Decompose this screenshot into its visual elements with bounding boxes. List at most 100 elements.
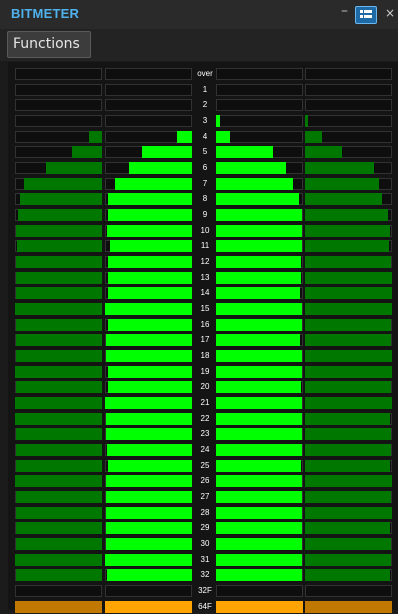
window-title: BITMETER — [11, 6, 80, 21]
bit-bar — [129, 162, 192, 175]
bit-cell — [216, 115, 303, 127]
bit-row-21: 21 — [8, 395, 398, 410]
bit-row-1: 1 — [8, 82, 398, 97]
bit-bar — [72, 146, 102, 159]
bit-label: 22 — [200, 413, 210, 423]
bit-label: 16 — [200, 319, 210, 329]
bit-bar — [15, 365, 102, 378]
bit-bar — [108, 318, 192, 331]
bit-bar — [16, 287, 102, 300]
bit-bar — [16, 569, 102, 582]
bit-bar — [106, 412, 192, 425]
bit-bar — [20, 193, 102, 206]
bit-bar — [16, 350, 102, 363]
bit-label: 30 — [200, 539, 210, 549]
bit-cell — [216, 68, 303, 80]
bit-bar — [305, 193, 382, 206]
bit-bar — [305, 162, 374, 175]
bit-label: 2 — [202, 100, 208, 110]
bit-row-64f: 64F — [8, 599, 398, 614]
bit-row-12: 12 — [8, 254, 398, 269]
bit-label: 7 — [202, 178, 208, 188]
bit-bar — [216, 444, 302, 457]
bit-bar — [15, 412, 102, 425]
bit-bar — [305, 224, 390, 237]
bit-row-25: 25 — [8, 458, 398, 473]
bit-bar — [16, 334, 102, 347]
bit-bar — [216, 256, 301, 269]
bit-label: 21 — [200, 398, 210, 408]
bit-row-16: 16 — [8, 317, 398, 332]
bit-bar — [142, 146, 192, 159]
bit-bar — [305, 115, 308, 127]
layout-toggle-icon[interactable] — [355, 6, 377, 24]
bit-bar — [305, 522, 390, 535]
bit-bar — [107, 444, 192, 457]
bit-cell — [105, 600, 192, 613]
bit-label: 12 — [200, 257, 210, 267]
bit-row-14: 14 — [8, 285, 398, 300]
bit-bar — [16, 506, 102, 519]
close-icon[interactable]: × — [384, 7, 396, 21]
bit-row-8: 8 — [8, 191, 398, 206]
bit-row-9: 9 — [8, 207, 398, 222]
minimize-icon[interactable]: – — [339, 4, 350, 20]
bit-label: 20 — [200, 382, 210, 392]
bit-bar — [216, 428, 302, 441]
bit-row-6: 6 — [8, 160, 398, 175]
bit-bar — [216, 146, 273, 159]
bit-bar — [305, 334, 391, 347]
bit-row-22: 22 — [8, 411, 398, 426]
bit-bar — [16, 538, 102, 551]
bit-bar — [216, 271, 301, 284]
bit-bar — [107, 224, 192, 237]
bit-row-7: 7 — [8, 176, 398, 191]
bit-bar — [16, 444, 102, 457]
bit-bar — [105, 553, 192, 566]
bit-row-23: 23 — [8, 426, 398, 441]
bit-bar — [305, 475, 392, 488]
bit-bar — [108, 381, 192, 394]
bit-cell — [15, 115, 102, 127]
bit-label: 25 — [200, 460, 210, 470]
bit-bar — [216, 318, 302, 331]
bit-row-2: 2 — [8, 97, 398, 112]
bit-label: 5 — [202, 147, 208, 157]
bit-bar — [108, 287, 192, 300]
bit-cell — [105, 585, 192, 598]
bit-label: 15 — [200, 304, 210, 314]
bit-bar — [16, 459, 102, 472]
bit-bar — [305, 412, 390, 425]
bit-bar — [216, 177, 293, 190]
bit-row-28: 28 — [8, 505, 398, 520]
bit-bar — [216, 491, 302, 504]
bit-row-3: 3 — [8, 113, 398, 128]
bit-bar — [305, 444, 391, 457]
bit-bar — [216, 475, 302, 488]
bit-row-17: 17 — [8, 332, 398, 347]
bit-cell — [216, 83, 303, 96]
bit-bar — [305, 459, 390, 472]
bit-bar — [216, 365, 302, 378]
bit-row-24: 24 — [8, 442, 398, 457]
bit-cell — [105, 68, 192, 80]
bit-bar — [16, 224, 102, 237]
bit-row-4: 4 — [8, 129, 398, 144]
bit-bar — [305, 428, 391, 441]
bit-cell — [15, 99, 102, 112]
bit-bar — [216, 522, 302, 535]
bit-bar — [305, 130, 322, 143]
bit-bar — [305, 177, 379, 190]
bit-bar — [106, 506, 192, 519]
functions-button[interactable]: Functions — [7, 31, 91, 58]
bit-label: 18 — [200, 351, 210, 361]
bit-bar — [305, 146, 342, 159]
bit-bar — [305, 287, 392, 300]
bit-bar — [15, 397, 102, 410]
bit-bar — [106, 538, 192, 551]
bit-label: 31 — [200, 554, 210, 564]
bit-bar — [105, 303, 192, 316]
bit-bar — [46, 162, 102, 175]
bit-cell — [105, 115, 192, 127]
bit-cell — [305, 585, 392, 598]
